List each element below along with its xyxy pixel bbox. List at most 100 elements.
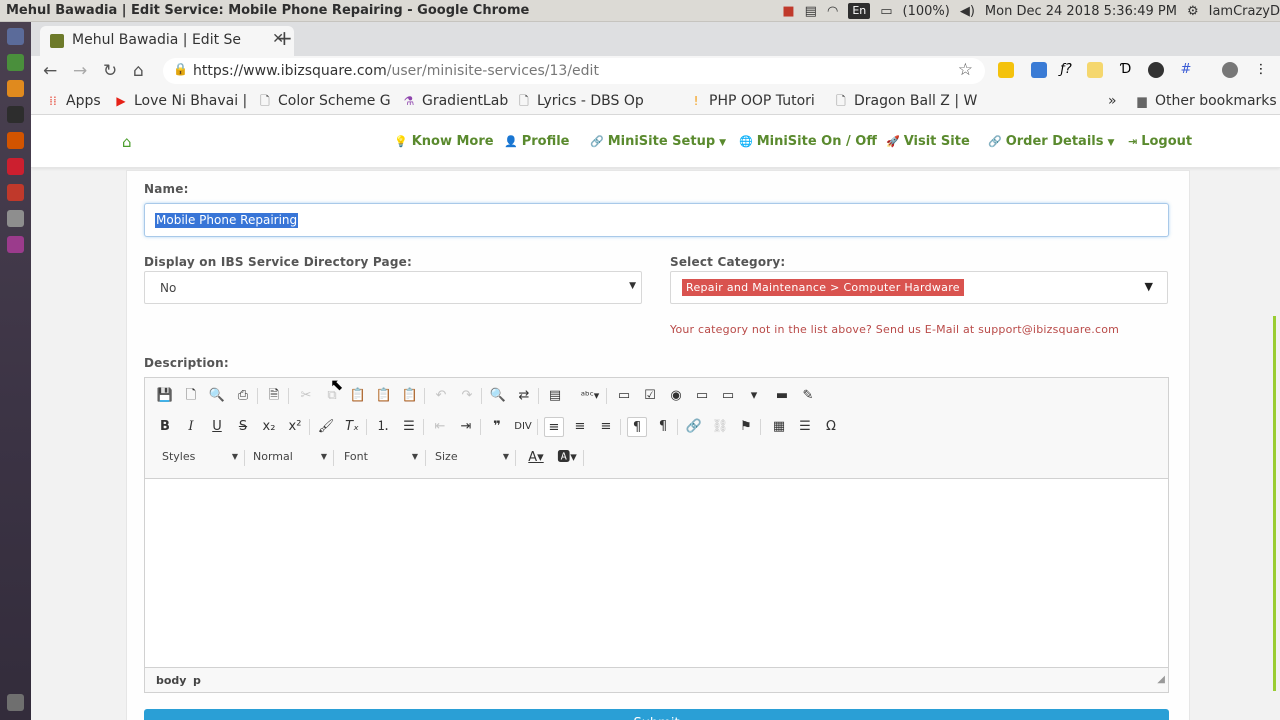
align-left-icon[interactable]: ≡ (544, 417, 564, 437)
anchor-flag-icon[interactable]: ⚑ (736, 417, 756, 437)
extension-fx-icon[interactable]: ƒ? (1058, 62, 1074, 78)
new-tab-icon[interactable]: + (276, 26, 293, 50)
paste-icon[interactable]: 📋 (348, 386, 368, 406)
record-icon[interactable]: ■ (782, 4, 794, 19)
wifi-icon[interactable]: ◠ (827, 4, 838, 19)
checkbox-icon[interactable]: ☑ (640, 386, 660, 406)
menu-icon[interactable]: ⋮ (1253, 62, 1269, 78)
browser-tab[interactable]: Mehul Bawadia | Edit Service ✕ (40, 26, 294, 56)
opera-icon[interactable] (7, 158, 24, 175)
firefox-icon[interactable] (7, 132, 24, 149)
format-combo[interactable]: Normal ▼ (253, 450, 327, 468)
cut-icon[interactable]: ✂ (296, 386, 316, 406)
italic-icon[interactable]: I (181, 417, 201, 437)
undo-icon[interactable]: ↶ (431, 386, 451, 406)
indent-icon[interactable]: ⇥ (456, 417, 476, 437)
profile-avatar-icon[interactable] (1222, 62, 1238, 78)
home-icon[interactable]: ⌂ (122, 133, 132, 151)
subscript-icon[interactable]: x₂ (259, 417, 279, 437)
bookmark-item[interactable]: ▶ Love Ni Bhavai | (114, 93, 247, 109)
bookmark-item[interactable]: ! PHP OOP Tutori (689, 93, 815, 109)
remove-format-icon[interactable]: Tₓ (342, 417, 362, 437)
bulleted-list-icon[interactable]: ☰ (399, 417, 419, 437)
spellcheck-icon[interactable]: ᵃᵇᶜ▾ (575, 386, 605, 406)
text-field-icon[interactable]: ▭ (692, 386, 712, 406)
nav-item[interactable]: 👤 Profile (504, 134, 569, 149)
user-name[interactable]: IamCrazyD (1209, 4, 1280, 19)
resize-grip-icon[interactable]: ◢ (1157, 674, 1165, 689)
battery-icon[interactable]: ▭ (880, 4, 892, 19)
copy-format-icon[interactable]: 🖌 (316, 417, 336, 437)
settings-gear-icon[interactable]: ⚙ (1187, 4, 1199, 19)
text-color-icon[interactable]: A▾ (525, 448, 547, 468)
lock-icon[interactable]: 🔒 (173, 62, 188, 76)
align-right-icon[interactable]: ≡ (596, 417, 616, 437)
extension-6-icon[interactable] (1148, 62, 1164, 78)
blockquote-icon[interactable]: ❞ (487, 417, 507, 437)
chrome-icon[interactable] (7, 54, 24, 71)
extension-7-icon[interactable]: # (1178, 62, 1194, 78)
new-page-icon[interactable]: 🗋 (181, 386, 201, 406)
bold-icon[interactable]: B (155, 417, 175, 437)
editor-content-area[interactable] (145, 480, 1168, 666)
path-body[interactable]: body (156, 674, 186, 687)
replace-icon[interactable]: ⇄ (514, 386, 534, 406)
filezilla-icon[interactable] (7, 184, 24, 201)
home-browser-icon[interactable]: ⌂ (133, 61, 144, 81)
notes-icon[interactable]: ▤ (805, 4, 817, 19)
path-p[interactable]: p (193, 674, 201, 687)
sublime-icon[interactable] (7, 80, 24, 97)
table-icon[interactable]: ▦ (769, 417, 789, 437)
extension-2-icon[interactable] (1031, 62, 1047, 78)
superscript-icon[interactable]: x² (285, 417, 305, 437)
nav-item[interactable]: 🔗 Order Details ▼ (988, 134, 1114, 149)
redo-icon[interactable]: ↷ (457, 386, 477, 406)
category-select[interactable]: Repair and Maintenance > Computer Hardwa… (670, 271, 1168, 304)
align-center-icon[interactable]: ≡ (570, 417, 590, 437)
strikethrough-icon[interactable]: S (233, 417, 253, 437)
radio-icon[interactable]: ◉ (666, 386, 686, 406)
nav-item[interactable]: 🚀 Visit Site (886, 134, 970, 149)
save-icon[interactable]: 💾 (155, 386, 175, 406)
extension-4-icon[interactable] (1087, 62, 1103, 78)
background-color-icon[interactable]: 🅰▾ (555, 448, 579, 468)
special-char-icon[interactable]: Ω (821, 417, 841, 437)
outdent-icon[interactable]: ⇤ (430, 417, 450, 437)
find-icon[interactable]: 🔍 (488, 386, 508, 406)
form-icon[interactable]: ▭ (614, 386, 634, 406)
image-button-icon[interactable]: ✎ (798, 386, 818, 406)
extension-1-icon[interactable] (998, 62, 1014, 78)
submit-button[interactable]: Submit (144, 709, 1169, 720)
paste-word-icon[interactable]: 📋 (400, 386, 420, 406)
styles-combo[interactable]: Styles ▼ (162, 450, 238, 468)
reload-icon[interactable]: ↻ (103, 61, 117, 81)
forward-icon[interactable]: → (73, 61, 87, 81)
bookmark-item[interactable]: ⚗ GradientLab (402, 93, 509, 109)
paste-text-icon[interactable]: 📋 (374, 386, 394, 406)
bookmarks-overflow-button[interactable]: » (1108, 93, 1117, 109)
textarea-icon[interactable]: ▭ (718, 386, 738, 406)
horizontal-line-icon[interactable]: ☰ (795, 417, 815, 437)
ltr-icon[interactable]: ¶ (627, 417, 647, 437)
keyboard-language[interactable]: En (848, 3, 871, 19)
bookmark-item[interactable]: 🗋 Lyrics - DBS Op (517, 93, 644, 109)
underline-icon[interactable]: U (207, 417, 227, 437)
name-input[interactable]: Mobile Phone Repairing (144, 203, 1169, 237)
files-icon[interactable] (7, 236, 24, 253)
settings-icon[interactable] (7, 210, 24, 227)
templates-icon[interactable]: 🗎 (264, 386, 284, 406)
nav-item[interactable]: 🌐 MiniSite On / Off (739, 134, 877, 149)
select-all-icon[interactable]: ▤ (545, 386, 565, 406)
display-select[interactable]: No ▼ (144, 271, 642, 304)
print-icon[interactable]: ⎙ (233, 386, 253, 406)
bookmark-item[interactable]: 🗋 Color Scheme G (258, 93, 390, 109)
bookmark-star-icon[interactable]: ☆ (958, 60, 973, 80)
back-icon[interactable]: ← (43, 61, 57, 81)
rtl-icon[interactable]: ¶ (653, 417, 673, 437)
volume-icon[interactable]: ◀) (960, 4, 975, 19)
other-bookmarks[interactable]: ▆ Other bookmarks (1135, 93, 1276, 109)
button-field-icon[interactable]: ▬ (772, 386, 792, 406)
font-combo[interactable]: Font ▼ (344, 450, 418, 468)
numbered-list-icon[interactable]: ⒈ (373, 417, 393, 437)
div-container-icon[interactable]: DIV (513, 417, 533, 437)
